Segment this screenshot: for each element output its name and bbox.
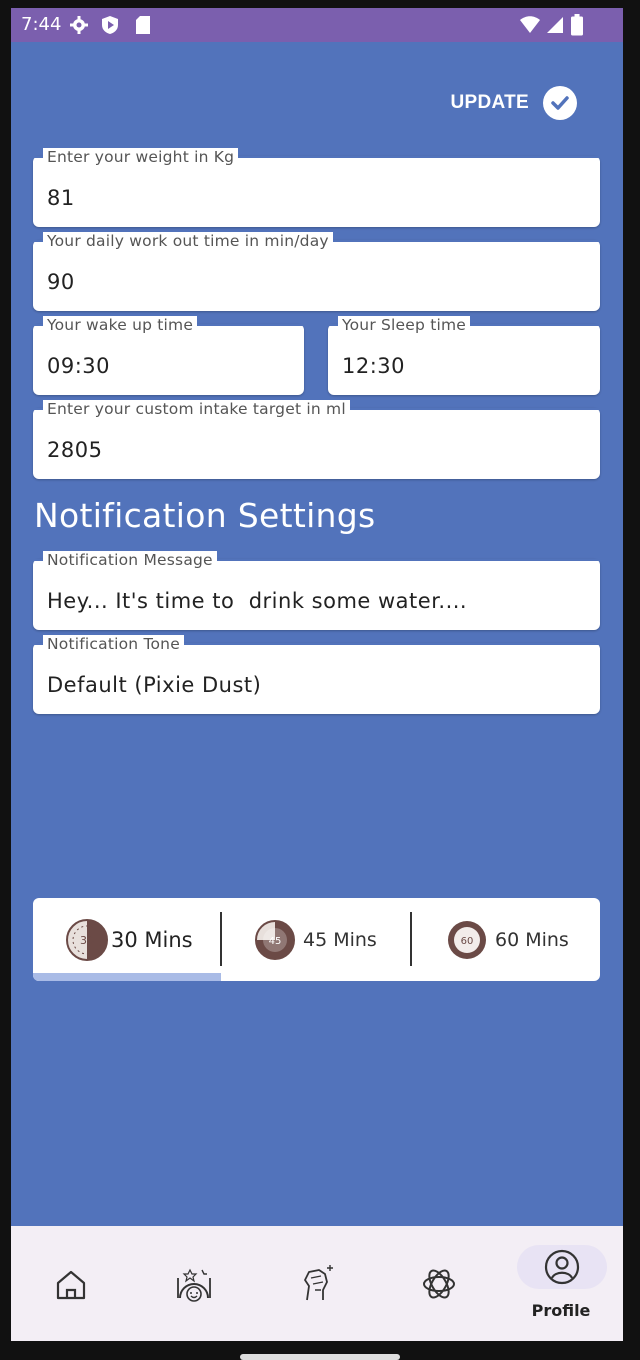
wake-time-label: Your wake up time	[43, 316, 198, 334]
home-icon[interactable]	[54, 1268, 88, 1302]
tab-30-mins[interactable]: 30 30 Mins	[63, 898, 193, 981]
profile-icon[interactable]	[543, 1248, 581, 1286]
app-screen: 7:44 UPDATE Enter your weight in Kg 81 Y…	[11, 8, 623, 1341]
check-circle-icon	[543, 86, 577, 120]
intake-target-value: 2805	[47, 438, 103, 462]
status-time: 7:44	[21, 14, 62, 35]
sd-card-icon	[136, 16, 150, 34]
signal-icon	[547, 17, 563, 33]
status-bar: 7:44	[11, 8, 623, 42]
tab-60-label: 60 Mins	[495, 928, 569, 951]
fitness-icon[interactable]	[297, 1264, 337, 1304]
notification-tone-value: Default (Pixie Dust)	[47, 673, 262, 697]
workout-field[interactable]: Your daily work out time in min/day 90	[33, 232, 600, 311]
tab-30-label: 30 Mins	[111, 927, 193, 952]
tab-45-mins[interactable]: 45 45 Mins	[253, 898, 377, 981]
sleep-time-value: 12:30	[342, 354, 406, 378]
tab-60-mins[interactable]: 60 60 Mins	[445, 898, 569, 981]
timer-30-icon: 30	[66, 918, 108, 961]
timer-60-dial: 60	[461, 936, 474, 947]
tab-divider	[220, 912, 222, 966]
notification-message-label: Notification Message	[43, 551, 217, 569]
battery-icon	[571, 14, 583, 36]
notification-message-field[interactable]: Notification Message Hey... It's time to…	[33, 551, 600, 630]
gesture-bar[interactable]	[240, 1354, 400, 1360]
sleep-time-field[interactable]: Your Sleep time 12:30	[328, 316, 600, 395]
interval-tabs: 30 30 Mins 45 45 Mins 60 60 Mins	[33, 898, 600, 981]
wake-time-field[interactable]: Your wake up time 09:30	[33, 316, 304, 395]
intake-target-field[interactable]: Enter your custom intake target in ml 28…	[33, 400, 600, 479]
tab-divider	[410, 912, 412, 966]
notification-message-value: Hey... It's time to drink some water....	[47, 589, 468, 613]
notification-settings-title: Notification Settings	[34, 496, 376, 535]
notification-tone-label: Notification Tone	[43, 635, 184, 653]
sleep-time-label: Your Sleep time	[338, 316, 471, 334]
workout-label: Your daily work out time in min/day	[43, 232, 333, 250]
wake-time-value: 09:30	[47, 354, 111, 378]
weight-field[interactable]: Enter your weight in Kg 81	[33, 148, 600, 227]
profile-nav-label[interactable]: Profile	[521, 1301, 601, 1320]
wifi-icon	[520, 16, 540, 33]
weight-label: Enter your weight in Kg	[43, 148, 239, 166]
timer-45-icon: 45	[255, 919, 295, 960]
timer-30-dial: 30	[80, 934, 94, 947]
weight-value: 81	[47, 186, 75, 210]
shield-play-icon	[102, 16, 118, 34]
workout-value: 90	[47, 270, 75, 294]
ai-icon[interactable]	[419, 1264, 459, 1304]
timer-45-dial: 45	[269, 936, 282, 947]
update-button[interactable]: UPDATE	[450, 86, 577, 120]
notification-tone-field[interactable]: Notification Tone Default (Pixie Dust)	[33, 635, 600, 714]
tab-45-label: 45 Mins	[303, 928, 377, 951]
gear-icon	[70, 16, 88, 34]
meal-icon[interactable]	[174, 1264, 214, 1304]
tab-selected-indicator	[33, 973, 221, 981]
update-label: UPDATE	[450, 92, 529, 113]
timer-60-icon: 60	[448, 920, 486, 959]
intake-target-label: Enter your custom intake target in ml	[43, 400, 350, 418]
